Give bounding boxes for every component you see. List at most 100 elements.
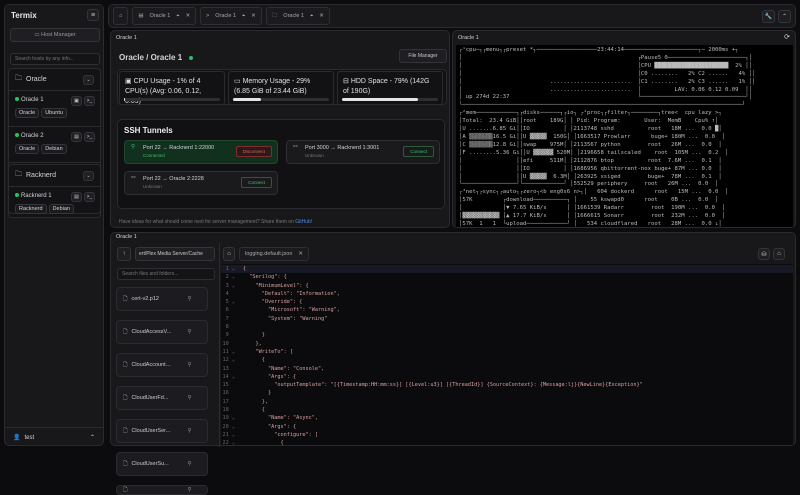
home-tab[interactable]: ⌂: [113, 7, 129, 25]
host-manager-button[interactable]: ▭ Host Manager: [10, 28, 100, 42]
code-text: "Default": "Information",: [243, 290, 340, 297]
code-editor[interactable]: 1 ⌄{2 ⌄ "Serilog": {3 ⌄ "MinimumLevel": …: [221, 264, 793, 445]
file-icon: 🗋: [123, 361, 128, 368]
status-dot: [189, 55, 194, 60]
terminal-button[interactable]: >_: [84, 96, 95, 106]
line-number: 6: [225, 307, 235, 314]
path-input[interactable]: ert/Plex Media Server/Cache: [135, 247, 215, 261]
collapse-button[interactable]: ⌃: [778, 9, 791, 23]
home-view-button[interactable]: ⌂: [773, 248, 785, 260]
disconnected-icon: ⚯: [293, 144, 298, 150]
code-text: "Args": {: [243, 423, 297, 430]
terminal-button[interactable]: >_: [84, 192, 95, 202]
pin-icon[interactable]: ⚲: [187, 395, 191, 401]
tab-server-oracle-1[interactable]: ▤ Oracle 1 ⌖ ✕: [132, 7, 197, 25]
group-header[interactable]: 🗀 Oracle ⌄: [9, 69, 100, 91]
file-list-divider: [219, 243, 220, 447]
file-item[interactable]: 🗋 CloudAccount... ⚲: [116, 353, 208, 377]
disk-bar: [342, 98, 438, 101]
code-text: "System": "Warning": [243, 315, 328, 322]
file-item[interactable]: 🗋 cert-v2.p12 ⚲: [116, 287, 208, 311]
terminal-line: │Total: 23.4 GiB││root 189G│ │ Pid: Prog…: [459, 118, 719, 125]
line-number: 18: [222, 407, 235, 414]
pin-icon[interactable]: ⚲: [187, 296, 191, 302]
group-header[interactable]: 🗀 Racknerd ⌄: [9, 165, 100, 187]
file-manager-button[interactable]: File Manager: [399, 49, 447, 63]
file-name: CloudUserSu...: [131, 461, 169, 467]
terminal-line: │ ││efi 511M│ │2112876 btop root 7.6M ..…: [459, 157, 722, 164]
pin-icon[interactable]: ⚲: [187, 329, 191, 335]
terminal-button[interactable]: >_: [84, 132, 95, 142]
close-icon[interactable]: ✕: [251, 13, 256, 19]
tunnel-item: ⚲ Port 22 → Racknerd 1:22000 Connected Disc…: [124, 140, 278, 164]
code-line: 5 ⌄ "Override": {: [221, 298, 793, 306]
editor-tab[interactable]: logging.default.json ✕: [239, 247, 310, 261]
split-icon[interactable]: ⌖: [176, 13, 179, 20]
terminal-line: │ ........................ │C1 ........ …: [459, 78, 756, 85]
home-button[interactable]: ⌂: [223, 247, 235, 261]
code-line: 13 "Name": "Console",: [221, 365, 793, 373]
pin-icon[interactable]: ⚲: [187, 461, 191, 467]
code-line: 4 "Default": "Information",: [221, 290, 793, 298]
terminal-line: │ │▼ 7.65 KiB/s │ │1661539 Radarr root 1…: [459, 205, 726, 212]
disconnect-button[interactable]: Disconnect: [235, 146, 272, 157]
cpu-bar: [124, 98, 220, 101]
chevron-down-icon[interactable]: ⌄: [83, 170, 94, 181]
file-item[interactable]: 🗋 CloudUserSer... ⚲: [116, 419, 208, 443]
split-icon[interactable]: ⌖: [310, 13, 313, 20]
host-item[interactable]: Oracle 2 ▤ >_ Oracle Debian: [9, 127, 100, 163]
arrow-up-icon: ↑: [122, 251, 126, 257]
host-search-input[interactable]: [10, 53, 100, 65]
split-icon[interactable]: ⌖: [242, 13, 245, 20]
server-stats-button[interactable]: ▣: [71, 96, 82, 106]
sidebar: Termix ≡ ▭ Host Manager 🗀Oracle⌄ Oracle …: [4, 4, 104, 446]
user-menu[interactable]: 👤 test ⌃: [5, 427, 103, 447]
terminal-line: │▓▓▓▓▓▓▓▓▓▓▓ │▲ 17.7 KiB/s │ │1666615 So…: [459, 213, 726, 220]
file-item[interactable]: 🗋 CloudUserSu... ⚲: [116, 452, 208, 476]
file-icon: 🗋: [123, 394, 128, 401]
connect-button[interactable]: Connect: [241, 177, 272, 188]
code-line: 22 ⌄ {: [221, 439, 793, 445]
pin-icon[interactable]: ⚲: [187, 428, 191, 434]
tag: Debian: [41, 144, 67, 154]
terminal-output[interactable]: ┌¹cpu─┐┌menu┐┌preset *┐─────────────────…: [456, 45, 793, 227]
tab-files-oracle-1[interactable]: 🗀 Oracle 1 ⌖ ✕: [265, 7, 330, 25]
code-line: 1 ⌄ {: [221, 265, 793, 274]
close-icon[interactable]: ✕: [298, 251, 303, 257]
tab-terminal-oracle-1[interactable]: > Oracle 1 ⌖ ✕: [200, 7, 262, 25]
pin-icon[interactable]: ⚲: [187, 487, 191, 493]
host-item[interactable]: Oracle 1 ▣ >_ Oracle Ubuntu: [9, 91, 100, 127]
code-line: 16 }: [221, 389, 793, 397]
file-search-input[interactable]: [117, 268, 215, 280]
file-icon: 🗋: [123, 295, 128, 302]
save-icon: ⛁: [761, 251, 767, 258]
memory-icon: ▭: [234, 78, 243, 85]
chevron-down-icon[interactable]: ⌄: [83, 74, 94, 85]
terminal-line: │ ┌Pause5 0───────────────────────┐│: [459, 54, 752, 61]
save-button[interactable]: ⛁: [758, 248, 770, 260]
host-item[interactable]: Racknerd 1 ▤ >_ Racknerd Debian: [9, 187, 100, 223]
code-text: "WriteTo": [: [243, 348, 293, 355]
github-link[interactable]: GitHub!: [295, 219, 312, 225]
refresh-icon[interactable]: ⟳: [784, 33, 790, 41]
line-number: 4: [225, 290, 235, 297]
file-item[interactable]: 🗋 CloudAccessV... ⚲: [116, 320, 208, 344]
line-number: 16: [222, 390, 235, 397]
menu-toggle-button[interactable]: ≡: [87, 9, 99, 21]
up-directory-button[interactable]: ↑: [117, 247, 131, 261]
chevron-up-icon: ⌃: [781, 13, 788, 20]
line-number: 5 ⌄: [225, 299, 235, 306]
close-icon[interactable]: ✕: [185, 13, 190, 19]
file-item[interactable]: 🗋 ⚲: [116, 485, 208, 495]
close-icon[interactable]: ✕: [319, 13, 324, 19]
pin-icon[interactable]: ⚲: [187, 362, 191, 368]
code-line: 19 ⌄ "Name": "Async",: [221, 414, 793, 422]
tools-button[interactable]: 🔧: [762, 9, 775, 23]
code-line: 7 "System": "Warning": [221, 315, 793, 323]
server-stats-button[interactable]: ▤: [71, 192, 82, 202]
tunnels-title: SSH Tunnels: [124, 126, 173, 135]
connect-button[interactable]: Connect: [403, 146, 434, 157]
file-item[interactable]: 🗋 CloudUserFd... ⚲: [116, 386, 208, 410]
server-stats-button[interactable]: ▤: [71, 132, 82, 142]
file-name: cert-v2.p12: [131, 296, 159, 302]
